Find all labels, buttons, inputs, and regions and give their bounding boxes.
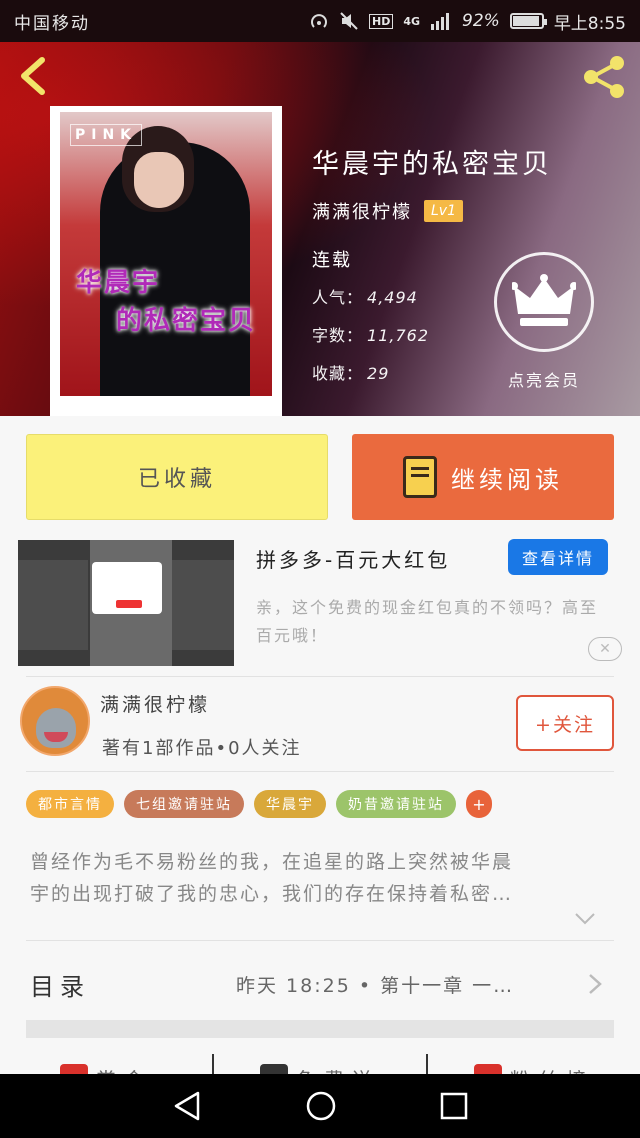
book-header: PINK 华晨宇 的私密宝贝 华晨宇的私密宝贝 满满很柠檬 Lv1 连载 人气：… (0, 42, 640, 416)
popularity-label: 人气： (312, 288, 364, 307)
divider (26, 771, 614, 772)
battery-icon (509, 13, 547, 29)
cover-title-line1: 华晨宇 (76, 268, 161, 298)
synopsis[interactable]: 曾经作为毛不易粉丝的我，在追星的路上突然被华晨 宇的出现打破了我的忠心，我们的存… (30, 846, 604, 910)
serial-status: 连载 (312, 250, 352, 271)
tab-free-gift[interactable]: 免费送 (212, 1054, 426, 1076)
hotspot-icon (311, 14, 327, 28)
ad-detail-button[interactable]: 查看详情 (508, 539, 608, 575)
ad-close-button[interactable]: ✕ (588, 637, 622, 661)
network-type: 4G (403, 14, 421, 28)
tab-reward[interactable]: 赏金 (0, 1054, 212, 1076)
tag-chip[interactable]: 奶昔邀请驻站 (336, 790, 456, 818)
word-count-value: 11,762 (367, 326, 429, 345)
follow-button[interactable]: +关注 (516, 695, 614, 751)
clock: 早上8:55 (553, 13, 626, 34)
signal-icon (431, 13, 450, 30)
status-bar: 中国移动 HD 4G 92% 早上8:55 (0, 0, 640, 42)
tag-chip[interactable]: 七组邀请驻站 (124, 790, 244, 818)
collected-button[interactable]: 已收藏 (26, 434, 328, 520)
book-author-row: 满满很柠檬 Lv1 (312, 198, 463, 224)
hd-icon: HD (368, 13, 394, 29)
system-nav-bar (0, 1074, 640, 1138)
battery-percent: 92% (462, 11, 500, 31)
synopsis-line-2: 宇的出现打破了我的忠心，我们的存在保持着私密… (30, 883, 514, 905)
book-title: 华晨宇的私密宝贝 (312, 149, 552, 180)
favorites-stat: 收藏： 29 (312, 360, 389, 384)
nav-back-icon[interactable] (172, 1090, 202, 1122)
tag-chip[interactable]: 华晨宇 (254, 790, 326, 818)
mute-icon (340, 12, 358, 30)
level-badge: Lv1 (424, 200, 463, 222)
popularity-stat: 人气： 4,494 (312, 284, 418, 308)
ad-description: 亲，这个免费的现金红包真的不领吗？高至百元哦！ (256, 598, 599, 645)
table-of-contents-row[interactable]: 目录 昨天 18:25 • 第十一章 一… (30, 962, 604, 1006)
tab-fan-ranking[interactable]: 粉丝榜 (426, 1054, 640, 1076)
cover-pink-text: PINK (70, 124, 143, 146)
word-count-label: 字数： (312, 326, 364, 345)
author-stats: 著有1部作品•0人关注 (102, 738, 302, 759)
word-count-stat: 字数： 11,762 (312, 322, 429, 346)
continue-reading-label: 继续阅读 (451, 465, 563, 494)
book-cover[interactable]: PINK 华晨宇 的私密宝贝 (50, 106, 282, 416)
author-avatar[interactable] (20, 686, 90, 756)
favorites-label: 收藏： (312, 364, 364, 383)
toc-latest-chapter: 昨天 18:25 • 第十一章 一… (236, 974, 515, 997)
chevron-right-icon (589, 974, 602, 994)
chevron-down-icon[interactable] (574, 912, 596, 926)
book-icon (403, 456, 437, 498)
cover-image: PINK 华晨宇 的私密宝贝 (60, 112, 272, 396)
share-icon[interactable] (580, 54, 628, 100)
bottom-tabs: 赏金 免费送 粉丝榜 (0, 1054, 640, 1076)
author-name[interactable]: 满满很柠檬 (100, 690, 210, 717)
popularity-value: 4,494 (367, 288, 418, 307)
crown-icon (512, 274, 576, 326)
favorites-value: 29 (367, 364, 390, 383)
synopsis-line-1: 曾经作为毛不易粉丝的我，在追星的路上突然被华晨 (30, 851, 514, 873)
cover-title-line2: 的私密宝贝 (116, 306, 257, 336)
tag-chip[interactable]: 都市言情 (26, 790, 114, 818)
vip-crown-button[interactable] (494, 252, 594, 352)
continue-reading-button[interactable]: 继续阅读 (352, 434, 614, 520)
book-author-name[interactable]: 满满很柠檬 (312, 198, 412, 224)
vip-label[interactable]: 点亮会员 (496, 367, 592, 391)
nav-home-icon[interactable] (305, 1090, 337, 1122)
ad-title[interactable]: 拼多多-百元大红包 (256, 544, 450, 573)
section-separator (26, 1020, 614, 1038)
toc-title: 目录 (30, 972, 90, 1001)
nav-recents-icon[interactable] (440, 1092, 468, 1120)
tag-list: 都市言情 七组邀请驻站 华晨宇 奶昔邀请驻站 + (26, 790, 492, 818)
back-icon[interactable] (14, 56, 54, 96)
ad-image[interactable] (18, 540, 234, 666)
add-tag-button[interactable]: + (466, 790, 492, 818)
divider (26, 676, 614, 677)
carrier-name: 中国移动 (14, 13, 90, 34)
divider (26, 940, 614, 941)
